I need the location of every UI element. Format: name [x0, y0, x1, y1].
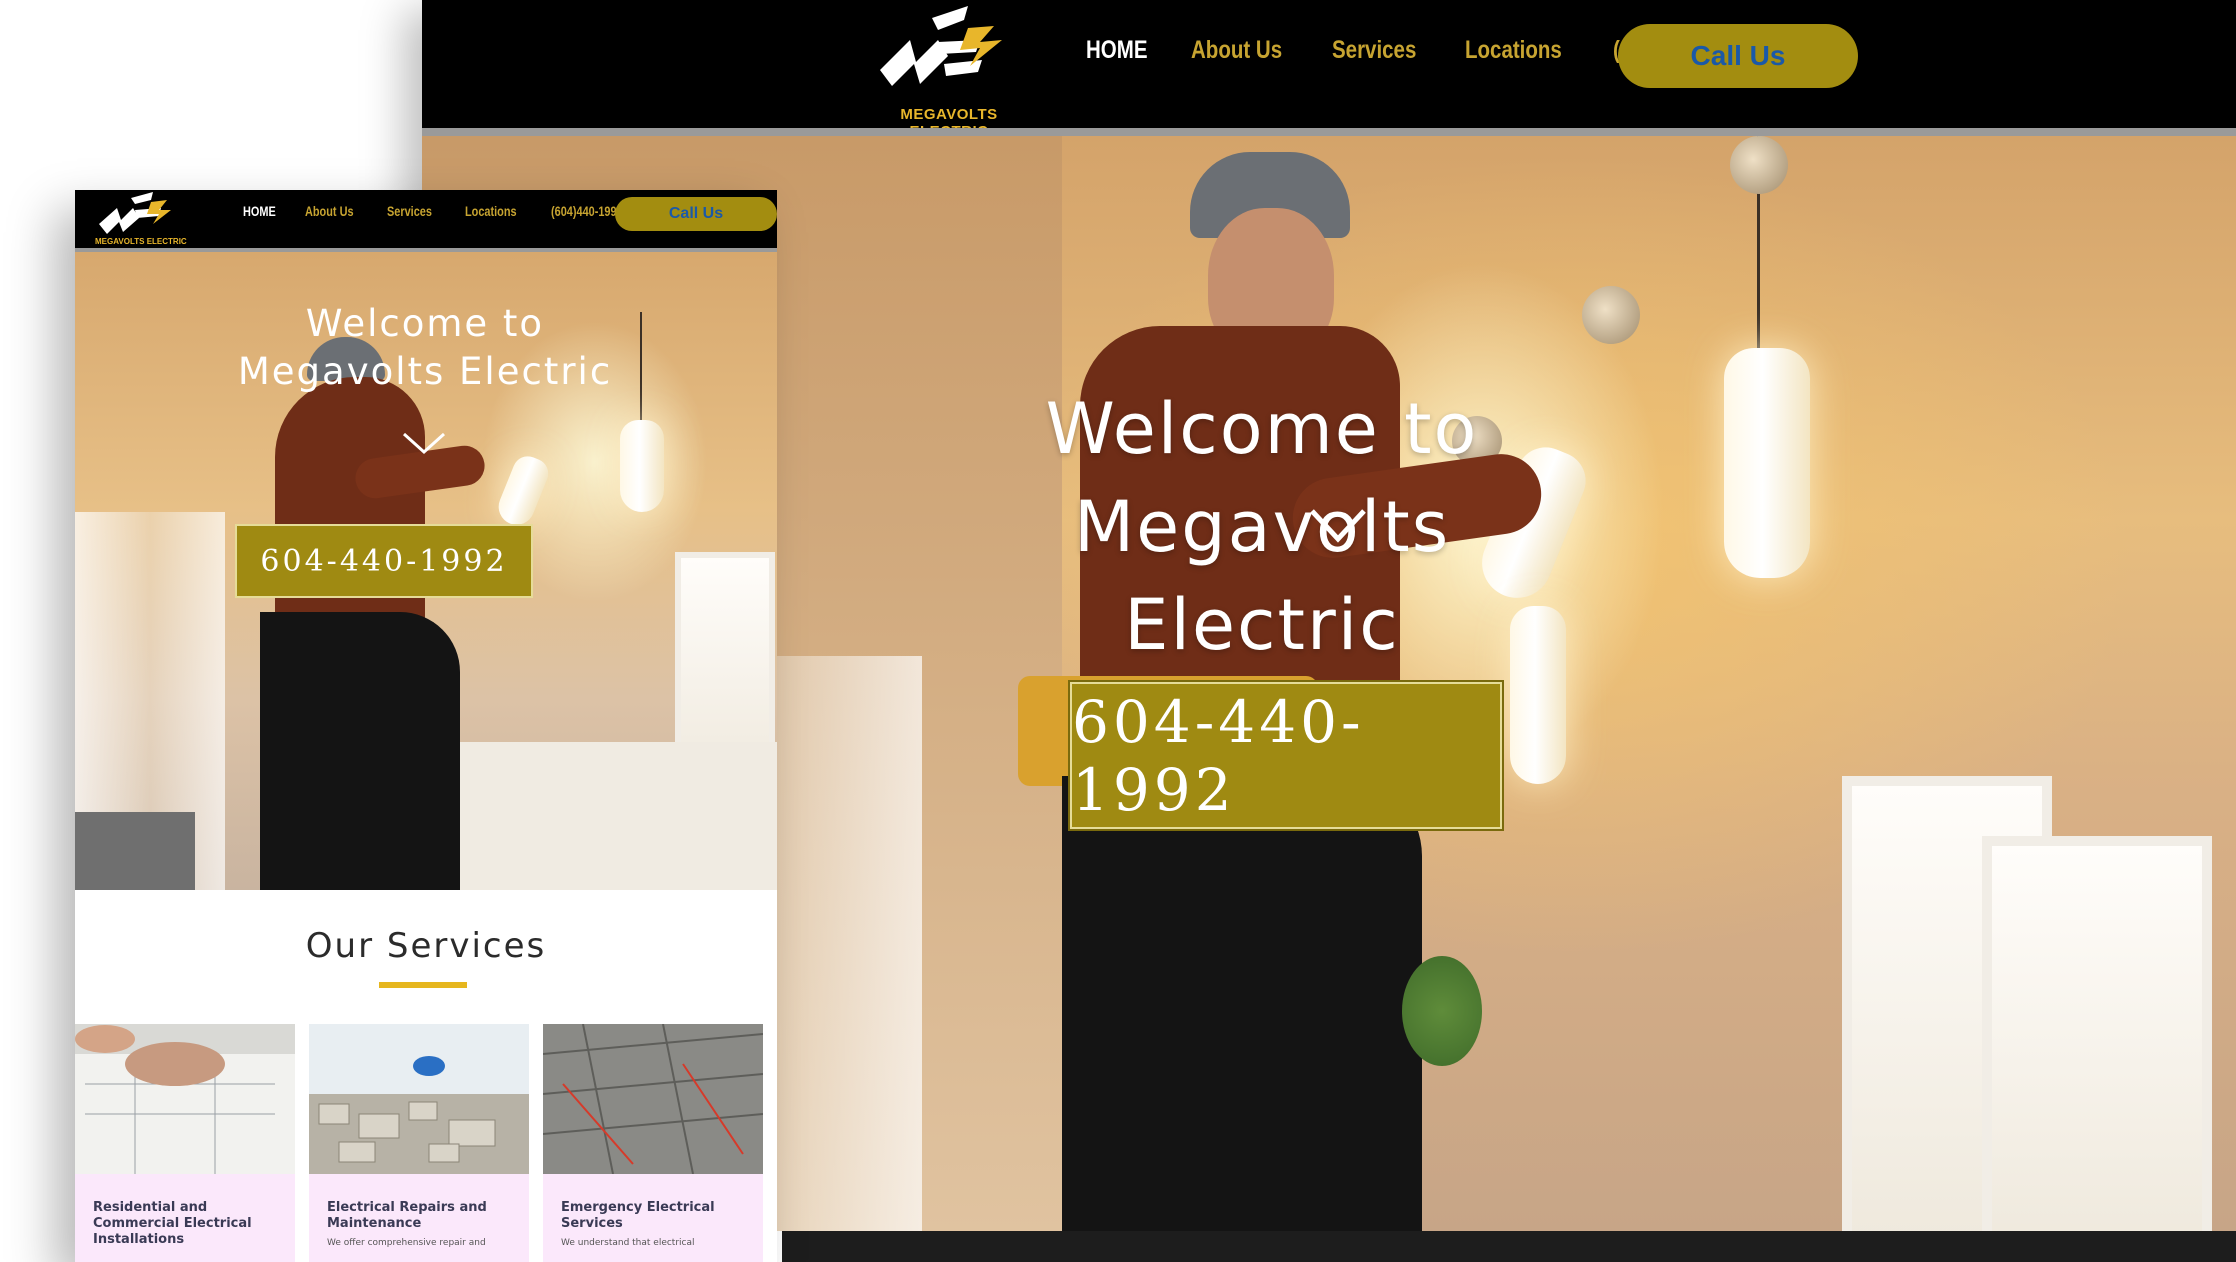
- hero-bottom-bar: [782, 1231, 2236, 1262]
- service-card-title: Emergency Electrical Services: [561, 1200, 715, 1231]
- sofa: [75, 812, 195, 890]
- mobile-header-nav: MEGAVOLTS ELECTRIC HOME About Us Service…: [75, 190, 777, 248]
- mobile-preview: MEGAVOLTS ELECTRIC HOME About Us Service…: [75, 190, 777, 1262]
- window-right: [1982, 836, 2212, 1256]
- pendant-cap: [1730, 136, 1788, 194]
- service-card[interactable]: Residential and Commercial Electrical In…: [75, 1024, 295, 1262]
- service-card-desc: We offer comprehensive repair and: [327, 1238, 486, 1248]
- nav-home[interactable]: HOME: [243, 203, 276, 219]
- pendant-lamp: [620, 420, 664, 512]
- services-cards: Residential and Commercial Electrical In…: [75, 1023, 764, 1262]
- header-nav: MEGAVOLTS ELECTRIC HOME About Us Service…: [422, 0, 2236, 140]
- nav-phone[interactable]: (604)440-1992: [551, 203, 623, 219]
- pendant-cap: [1582, 286, 1640, 344]
- nav-services[interactable]: Services: [1332, 36, 1416, 65]
- hero-title-line2: Megavolts Electric: [1073, 486, 1451, 666]
- hero-title: Welcome to Megavolts Electric: [185, 300, 665, 396]
- megavolts-logo[interactable]: MEGAVOLTS ELECTRIC: [91, 190, 209, 248]
- phone-cta-button[interactable]: 604-440-1992: [1068, 680, 1504, 831]
- call-us-button[interactable]: Call Us: [615, 197, 777, 231]
- nav-locations[interactable]: Locations: [465, 203, 517, 219]
- nav-services[interactable]: Services: [387, 203, 432, 219]
- plant: [1402, 956, 1482, 1066]
- nav-home[interactable]: HOME: [1086, 36, 1148, 65]
- worker-pants: [1062, 776, 1422, 1236]
- header-divider: [422, 128, 2236, 136]
- hero-title-line1: Welcome to: [305, 302, 545, 345]
- chevron-down-icon[interactable]: [401, 430, 447, 456]
- service-card-title: Residential and Commercial Electrical In…: [93, 1200, 252, 1247]
- service-card[interactable]: Emergency Electrical Services We underst…: [542, 1023, 764, 1262]
- model-city-image: [309, 1024, 529, 1174]
- worker-shirt: [275, 377, 425, 637]
- nav-about-us[interactable]: About Us: [305, 203, 354, 219]
- service-card-desc: [75, 1248, 295, 1254]
- construction-site-image: [542, 1023, 764, 1175]
- service-card-desc: We understand that electrical: [561, 1238, 695, 1248]
- nav-about-us[interactable]: About Us: [1191, 36, 1282, 65]
- chevron-down-icon[interactable]: [1308, 505, 1368, 545]
- pendant-lamp: [1510, 606, 1566, 784]
- hero-title-line1: Welcome to: [1045, 388, 1479, 470]
- logo-wordmark: MEGAVOLTS ELECTRIC: [95, 237, 187, 246]
- service-card-title: Electrical Repairs and Maintenance: [327, 1200, 487, 1231]
- mobile-hero-section: Welcome to Megavolts Electric 604-440-19…: [75, 252, 777, 890]
- hero-title-line2: Megavolts Electric: [237, 350, 613, 393]
- pendant-lamp: [1724, 348, 1810, 578]
- heading-underline: [379, 982, 467, 988]
- services-heading: Our Services: [305, 926, 547, 966]
- service-card[interactable]: Electrical Repairs and Maintenance We of…: [309, 1024, 529, 1262]
- worker-pants: [260, 612, 460, 890]
- brick-counter: [425, 742, 777, 890]
- pendant-lamp: [493, 451, 553, 531]
- hero-title: Welcome to Megavolts Electric: [1022, 380, 1502, 674]
- phone-cta-button[interactable]: 604-440-1992: [235, 524, 533, 598]
- mobile-menu: HOME About Us Services Locations (604)44…: [243, 203, 643, 219]
- nav-locations[interactable]: Locations: [1465, 36, 1562, 65]
- call-us-button[interactable]: Call Us: [1618, 24, 1858, 88]
- blueprint-image: [75, 1024, 295, 1174]
